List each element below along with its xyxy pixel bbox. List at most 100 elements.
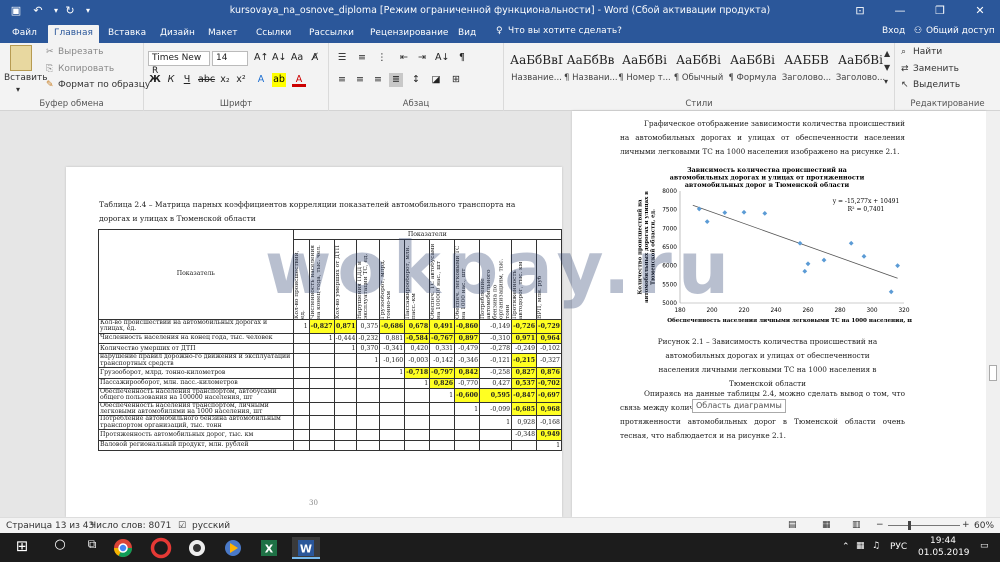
table-cell[interactable]: 0,826: [429, 377, 456, 389]
input-language[interactable]: РУС: [890, 542, 907, 552]
table-cell[interactable]: [479, 439, 513, 451]
table-cell[interactable]: -0,584: [404, 332, 431, 345]
table-cell[interactable]: 0,427: [479, 377, 513, 389]
format-painter-icon[interactable]: ✎: [46, 80, 54, 90]
strikethrough-icon[interactable]: аbc: [198, 73, 215, 87]
table-cell[interactable]: [333, 387, 358, 403]
windows-start-icon[interactable]: ⊞: [8, 537, 36, 559]
table-cell[interactable]: [308, 429, 335, 441]
table-cell[interactable]: [333, 415, 358, 431]
table-cell[interactable]: [308, 439, 335, 451]
scatter-chart[interactable]: Зависимость количества происшествий на ав…: [622, 163, 912, 335]
table-cell[interactable]: [356, 367, 381, 379]
document-area[interactable]: Таблица 2.4 – Матрица парных коэффициент…: [0, 111, 1000, 517]
table-row[interactable]: Валовой региональный продукт, млн. рубле…: [98, 439, 562, 451]
style-heading-alt[interactable]: АаБбВв ¶ Названи...: [564, 45, 617, 85]
table-cell[interactable]: -0,160: [379, 353, 406, 369]
tab-insert[interactable]: Вставка: [102, 25, 152, 43]
table-cell[interactable]: -0,726: [511, 319, 538, 334]
copy-button[interactable]: Копировать: [58, 64, 114, 74]
table-cell[interactable]: [292, 401, 310, 417]
minimize-button[interactable]: —: [880, 0, 920, 22]
word-count[interactable]: Число слов: 8071: [90, 521, 171, 531]
tell-me-box[interactable]: Что вы хотите сделать?: [508, 26, 622, 36]
grow-font-icon[interactable]: A↑: [254, 51, 268, 65]
italic-icon[interactable]: К: [164, 73, 178, 87]
table-cell[interactable]: [292, 343, 310, 355]
table-cell[interactable]: 0,491: [429, 319, 456, 334]
table-cell[interactable]: [379, 401, 406, 417]
table-cell[interactable]: -0,479: [454, 343, 481, 355]
table-cell[interactable]: [404, 429, 431, 441]
table-cell[interactable]: [356, 377, 381, 389]
table-cell[interactable]: 0,375: [356, 319, 381, 334]
superscript-icon[interactable]: x²: [234, 73, 248, 87]
table-cell[interactable]: [333, 429, 358, 441]
styles-scroll-up-icon[interactable]: ▲: [884, 49, 890, 58]
table-cell[interactable]: 0,370: [356, 343, 381, 355]
table-cell[interactable]: 0,881: [379, 332, 406, 345]
decrease-indent-icon[interactable]: ⇤: [397, 51, 411, 65]
web-layout-icon[interactable]: ▥: [852, 520, 861, 530]
table-cell[interactable]: 0,537: [511, 377, 538, 389]
table-cell[interactable]: -0,847: [511, 387, 538, 403]
tab-view[interactable]: Вид: [452, 25, 482, 43]
table-cell[interactable]: 0,678: [404, 319, 431, 334]
table-cell[interactable]: -0,444: [333, 332, 358, 345]
table-cell[interactable]: [333, 377, 358, 389]
table-cell[interactable]: -0,718: [404, 367, 431, 379]
chrome-icon[interactable]: [112, 537, 140, 559]
paste-button[interactable]: Вставить: [4, 73, 48, 83]
table-cell[interactable]: [356, 429, 381, 441]
table-cell[interactable]: [404, 401, 431, 417]
shrink-font-icon[interactable]: A↓: [272, 51, 286, 65]
media-player-icon[interactable]: [222, 537, 250, 559]
zoom-slider[interactable]: [888, 525, 960, 526]
table-cell[interactable]: 1: [379, 367, 406, 379]
table-cell[interactable]: [356, 439, 381, 451]
table-cell[interactable]: [379, 439, 406, 451]
font-color-icon[interactable]: A: [292, 73, 306, 87]
style-formula[interactable]: АаБбВі ¶ Формула: [726, 45, 779, 85]
style-normal[interactable]: АаБбВі ¶ Обычный: [672, 45, 725, 85]
camera-app-icon[interactable]: [186, 537, 214, 559]
tab-layout[interactable]: Макет: [202, 25, 244, 43]
table-cell[interactable]: [308, 415, 335, 431]
table-cell[interactable]: [333, 439, 358, 451]
table-cell[interactable]: [404, 387, 431, 403]
table-cell[interactable]: -0,729: [536, 319, 562, 334]
line-spacing-icon[interactable]: ↕: [409, 73, 423, 87]
style-heading-1[interactable]: ААББВ Заголово...: [780, 45, 833, 85]
cut-icon[interactable]: ✂: [46, 47, 54, 57]
table-cell[interactable]: [379, 387, 406, 403]
table-cell[interactable]: [479, 429, 513, 441]
table-row[interactable]: Протяженность автомобильных дорог, тыс. …: [98, 429, 562, 441]
cut-button[interactable]: Вырезать: [58, 47, 103, 57]
table-cell[interactable]: [379, 415, 406, 431]
excel-icon[interactable]: X: [258, 537, 286, 559]
show-hidden-icons[interactable]: ⌃: [842, 542, 850, 552]
font-name-box[interactable]: Times New R: [148, 51, 210, 76]
vertical-scrollbar[interactable]: [986, 111, 1000, 517]
replace-icon[interactable]: ⇄: [901, 64, 909, 74]
table-cell[interactable]: 0,928: [511, 415, 538, 431]
close-button[interactable]: ✕: [960, 0, 1000, 22]
bullets-icon[interactable]: ☰: [335, 51, 349, 65]
correlation-table[interactable]: Показатель Показатели Кол-во происшестви…: [98, 229, 563, 451]
table-row[interactable]: Численность населения на конец года, тыс…: [98, 332, 562, 345]
table-row[interactable]: Пассажирооборот, млн. пасс.-километров 1 0…: [98, 377, 562, 389]
table-cell[interactable]: [292, 415, 310, 431]
format-painter-button[interactable]: Формат по образцу: [58, 80, 150, 90]
table-cell[interactable]: [292, 429, 310, 441]
bold-icon[interactable]: Ж: [148, 73, 162, 87]
table-cell[interactable]: 1: [404, 377, 431, 389]
right-page[interactable]: Графическое отображение зависимости коли…: [572, 111, 986, 517]
table-cell[interactable]: [429, 401, 456, 417]
proofing-icon[interactable]: ☑: [178, 521, 186, 531]
table-cell[interactable]: -0,827: [308, 319, 335, 334]
table-cell[interactable]: -0,348: [511, 429, 538, 441]
highlight-icon[interactable]: ab: [272, 73, 286, 87]
word-icon[interactable]: W: [292, 537, 320, 559]
table-cell[interactable]: 0,842: [454, 367, 481, 379]
table-cell[interactable]: -0,102: [536, 343, 562, 355]
